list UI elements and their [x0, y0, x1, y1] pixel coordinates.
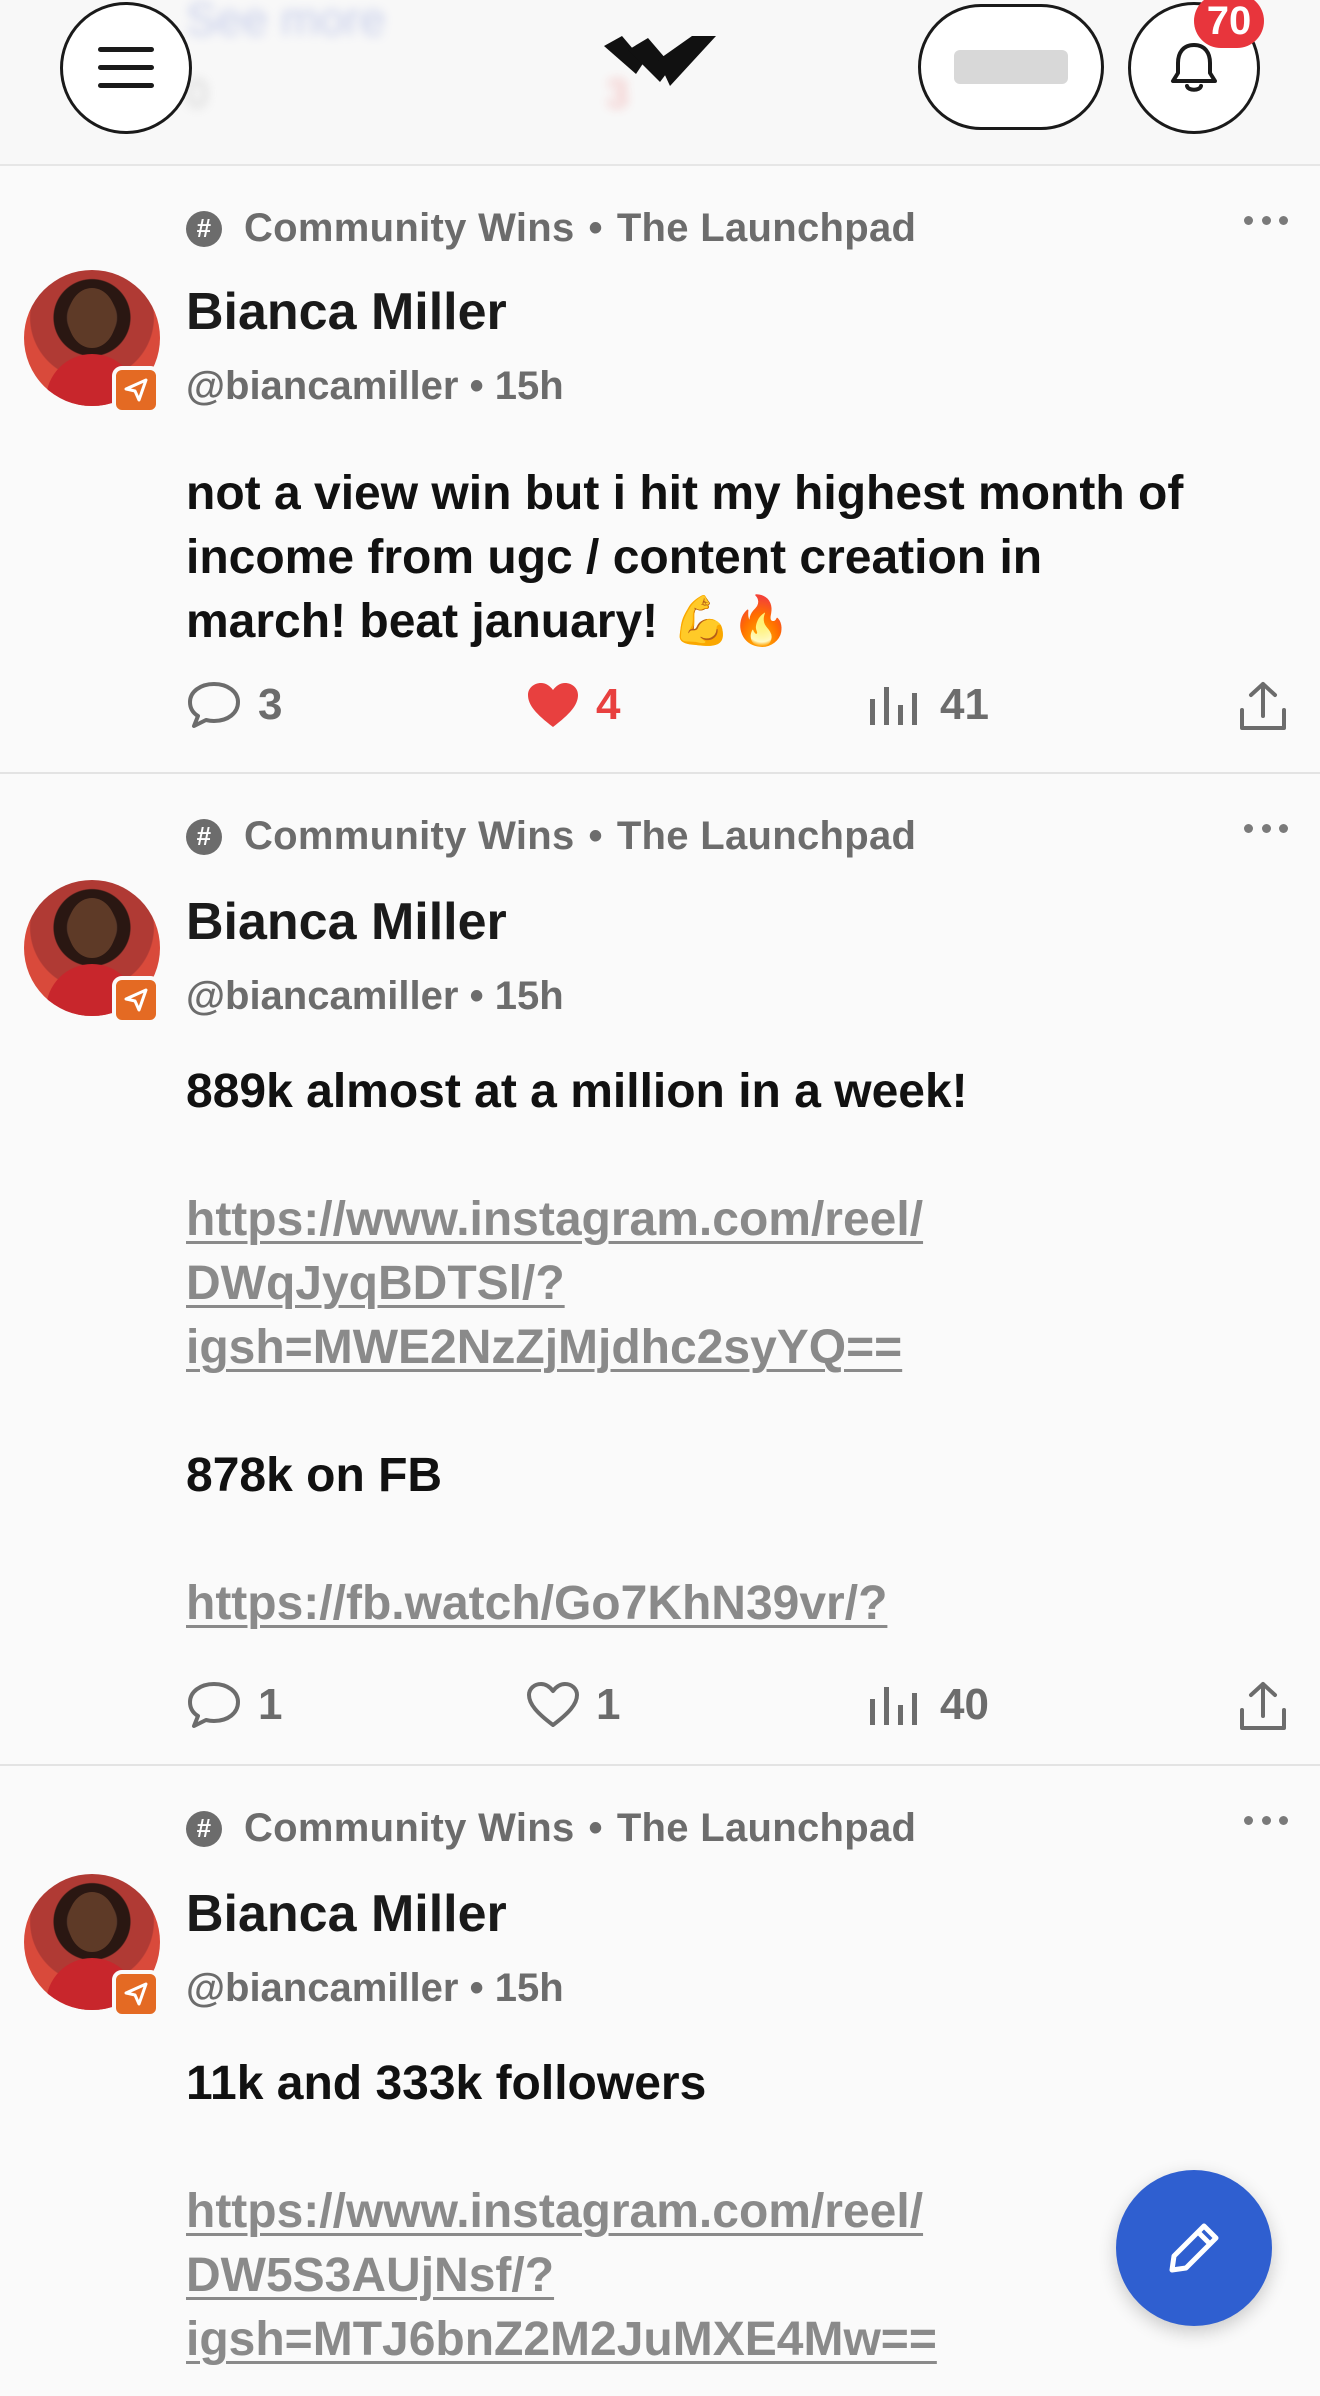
top-bar: See more 0 3 1: [0, 0, 1320, 166]
comment-bubble-icon: [188, 1682, 240, 1728]
post-body: not a view win but i hit my highest mont…: [186, 467, 1184, 648]
comment-button[interactable]: 3: [186, 680, 282, 730]
loading-placeholder: [954, 50, 1068, 84]
menu-button[interactable]: [60, 2, 192, 134]
author-name[interactable]: Bianca Miller: [186, 282, 507, 342]
views-indicator[interactable]: 41: [868, 680, 989, 730]
like-count: 1: [596, 1680, 621, 1729]
hash-channel-icon: #: [186, 818, 222, 855]
feed-post[interactable]: # Community Wins • The Launchpad Bianca …: [0, 1764, 1320, 2396]
post-space: The Launchpad: [616, 1806, 917, 1850]
view-count: 41: [940, 680, 989, 729]
compose-button[interactable]: [1116, 2170, 1272, 2326]
paper-plane-icon: [112, 976, 160, 1024]
bar-chart-icon: [870, 687, 917, 725]
hash-channel-icon: #: [186, 1810, 222, 1847]
post-time: 15h: [494, 1966, 564, 2010]
view-count: 40: [940, 1680, 989, 1729]
post-channel-meta[interactable]: # Community Wins • The Launchpad: [186, 1806, 916, 1851]
post-actions: 1 1 40: [186, 1680, 1296, 1740]
post-body: 889k almost at a million in a week! http…: [186, 1060, 1296, 1636]
author-handle[interactable]: @biancamiller: [186, 974, 458, 1018]
scrolled-see-more-link: See more: [186, 0, 386, 45]
post-category: Community Wins: [244, 206, 575, 250]
post-channel-meta[interactable]: # Community Wins • The Launchpad: [186, 206, 916, 251]
comment-bubble-icon: [188, 682, 240, 728]
share-button[interactable]: [1238, 1680, 1304, 1732]
share-icon: [1240, 1682, 1286, 1730]
author-handle-time: @biancamiller • 15h: [186, 364, 564, 408]
whop-logo[interactable]: [600, 32, 720, 96]
heart-icon: [527, 1682, 579, 1727]
bell-icon: [1171, 43, 1217, 92]
author-handle-time: @biancamiller • 15h: [186, 974, 564, 1018]
like-button[interactable]: 4: [526, 680, 620, 730]
facebook-link[interactable]: https://fb.watch/Go7KhN39vr/?: [186, 1572, 1296, 1636]
bar-chart-icon: [870, 1687, 917, 1725]
notification-count-badge: 70: [1194, 0, 1264, 48]
author-name[interactable]: Bianca Miller: [186, 892, 507, 952]
author-name[interactable]: Bianca Miller: [186, 1884, 507, 1944]
author-handle[interactable]: @biancamiller: [186, 1966, 458, 2010]
post-category: Community Wins: [244, 814, 575, 858]
post-channel-meta[interactable]: # Community Wins • The Launchpad: [186, 814, 916, 859]
post-category: Community Wins: [244, 1806, 575, 1850]
author-handle[interactable]: @biancamiller: [186, 364, 458, 408]
post-space: The Launchpad: [616, 206, 917, 250]
placeholder-pill-button[interactable]: [918, 4, 1104, 130]
hash-channel-icon: #: [186, 210, 222, 247]
post-time: 15h: [494, 974, 564, 1018]
post-time: 15h: [494, 364, 564, 408]
like-button[interactable]: 1: [526, 1680, 620, 1730]
views-indicator[interactable]: 40: [868, 1680, 989, 1730]
post-space: The Launchpad: [616, 814, 917, 858]
hamburger-menu-icon: [98, 47, 154, 88]
post-actions: 3 4 41: [186, 680, 1296, 740]
paper-plane-icon: [112, 1970, 160, 2018]
like-count: 4: [596, 680, 621, 729]
comment-count: 1: [258, 1680, 283, 1729]
more-options-button[interactable]: [1244, 210, 1288, 230]
share-button[interactable]: [1238, 680, 1304, 732]
more-options-button[interactable]: [1244, 818, 1288, 838]
feed-post[interactable]: # Community Wins • The Launchpad Bianca …: [0, 166, 1320, 772]
feed-post[interactable]: # Community Wins • The Launchpad Bianca …: [0, 772, 1320, 1764]
more-options-button[interactable]: [1244, 1810, 1288, 1830]
author-handle-time: @biancamiller • 15h: [186, 1966, 564, 2010]
comment-count: 3: [258, 680, 283, 729]
pencil-icon: [1169, 2223, 1219, 2273]
share-icon: [1240, 682, 1286, 730]
instagram-link[interactable]: https://www.instagram.com/reel/ DWqJyqBD…: [186, 1188, 1296, 1380]
paper-plane-icon: [112, 366, 160, 414]
comment-button[interactable]: 1: [186, 1680, 282, 1730]
heart-icon: [528, 683, 578, 727]
